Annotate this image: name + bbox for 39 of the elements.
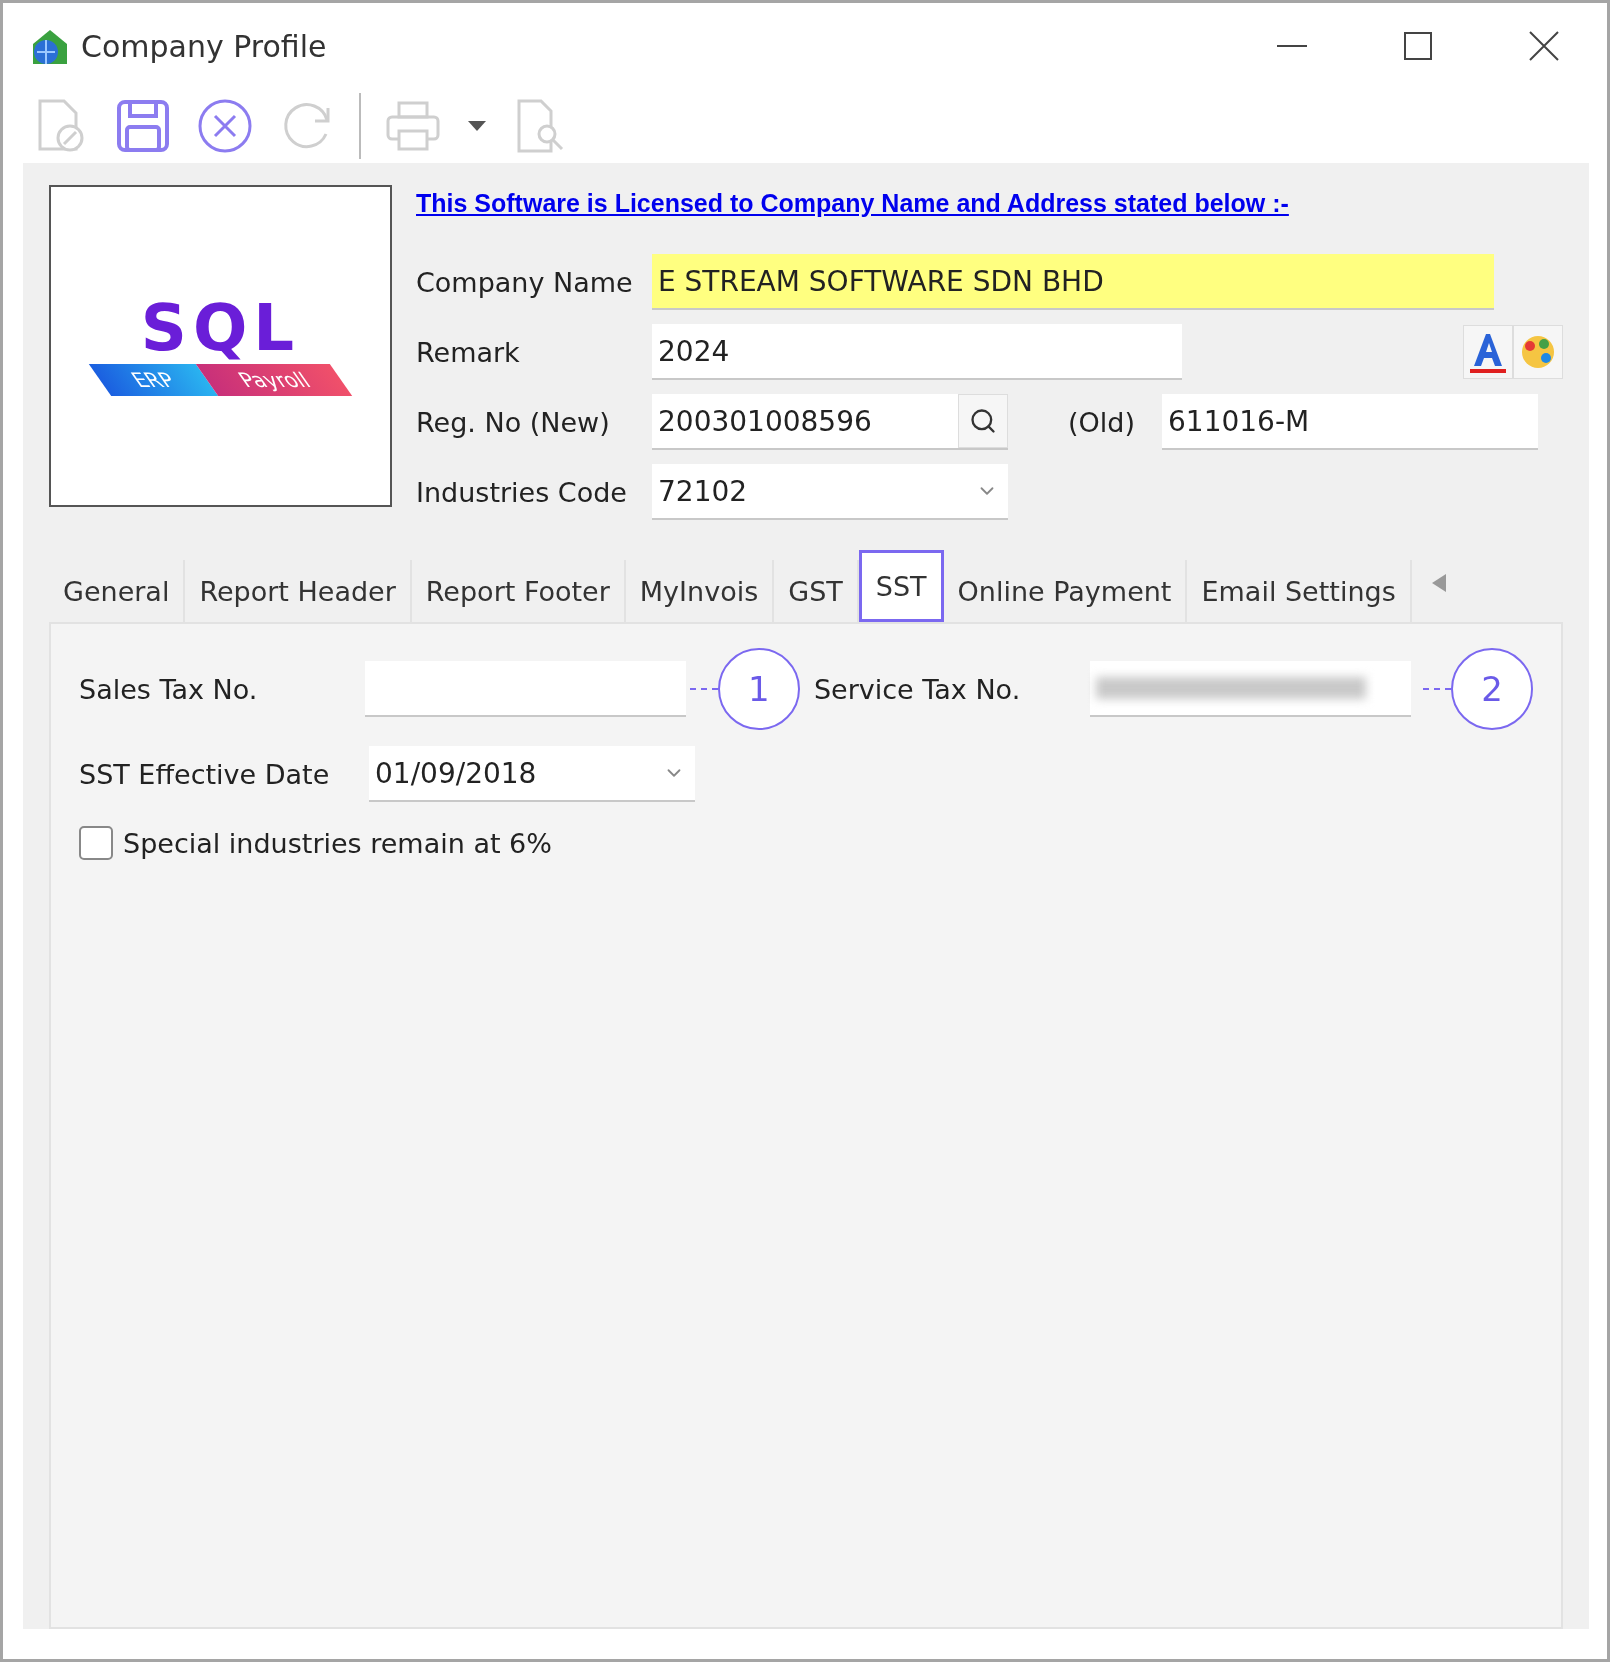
minimize-icon [1277,44,1307,48]
maximize-icon [1404,32,1432,60]
company-name-field[interactable]: E STREAM SOFTWARE SDN BHD [652,254,1494,310]
checkbox[interactable] [79,826,113,860]
new-document-icon [36,98,86,154]
cancel-icon [197,98,253,154]
field-label: Remark [416,336,521,368]
industries-code-dropdown[interactable]: 72102 [652,464,1008,520]
company-logo: SQL ERP Payroll [49,185,392,507]
leader-line [1423,688,1451,690]
scroll-left-icon[interactable] [1431,574,1446,592]
tab[interactable]: SST [858,550,944,622]
service-tax-no-field[interactable] [1089,661,1411,717]
sales-tax-no-field[interactable] [364,661,686,717]
callout-number: 2 [1451,648,1533,730]
license-notice-link[interactable]: This Software is Licensed to Company Name and Address stated below :- [416,189,1563,218]
reg-no-new-field[interactable]: 200301008596 [652,394,1008,450]
window-title: Company Profile [81,28,328,64]
save-icon [116,99,170,153]
font-button[interactable] [1463,325,1513,379]
printer-icon [385,100,441,152]
field-label: Reg. No (New) [416,406,611,438]
close-icon [1529,31,1559,61]
field-label: Company Name [416,266,634,298]
date-dropdown[interactable]: 01/09/2018 [369,746,695,802]
leader-line [689,688,718,690]
field-label: (Old) [1068,406,1136,438]
checkbox-label: Special industries remain at 6% [123,827,553,859]
field-label: SST Effective Date [79,758,331,790]
dropdown-arrow-icon [468,121,486,131]
remark-field[interactable]: 2024 [652,324,1182,380]
field-label: Industries Code [416,476,628,508]
reg-no-old-field[interactable]: 611016-M [1162,394,1538,450]
callout-number: 1 [717,648,800,730]
field-label: Service Tax No. [813,673,1022,705]
search-icon [969,407,997,435]
color-button[interactable] [1513,325,1563,379]
search-button[interactable] [958,394,1008,448]
field-label: Sales Tax No. [79,673,259,705]
